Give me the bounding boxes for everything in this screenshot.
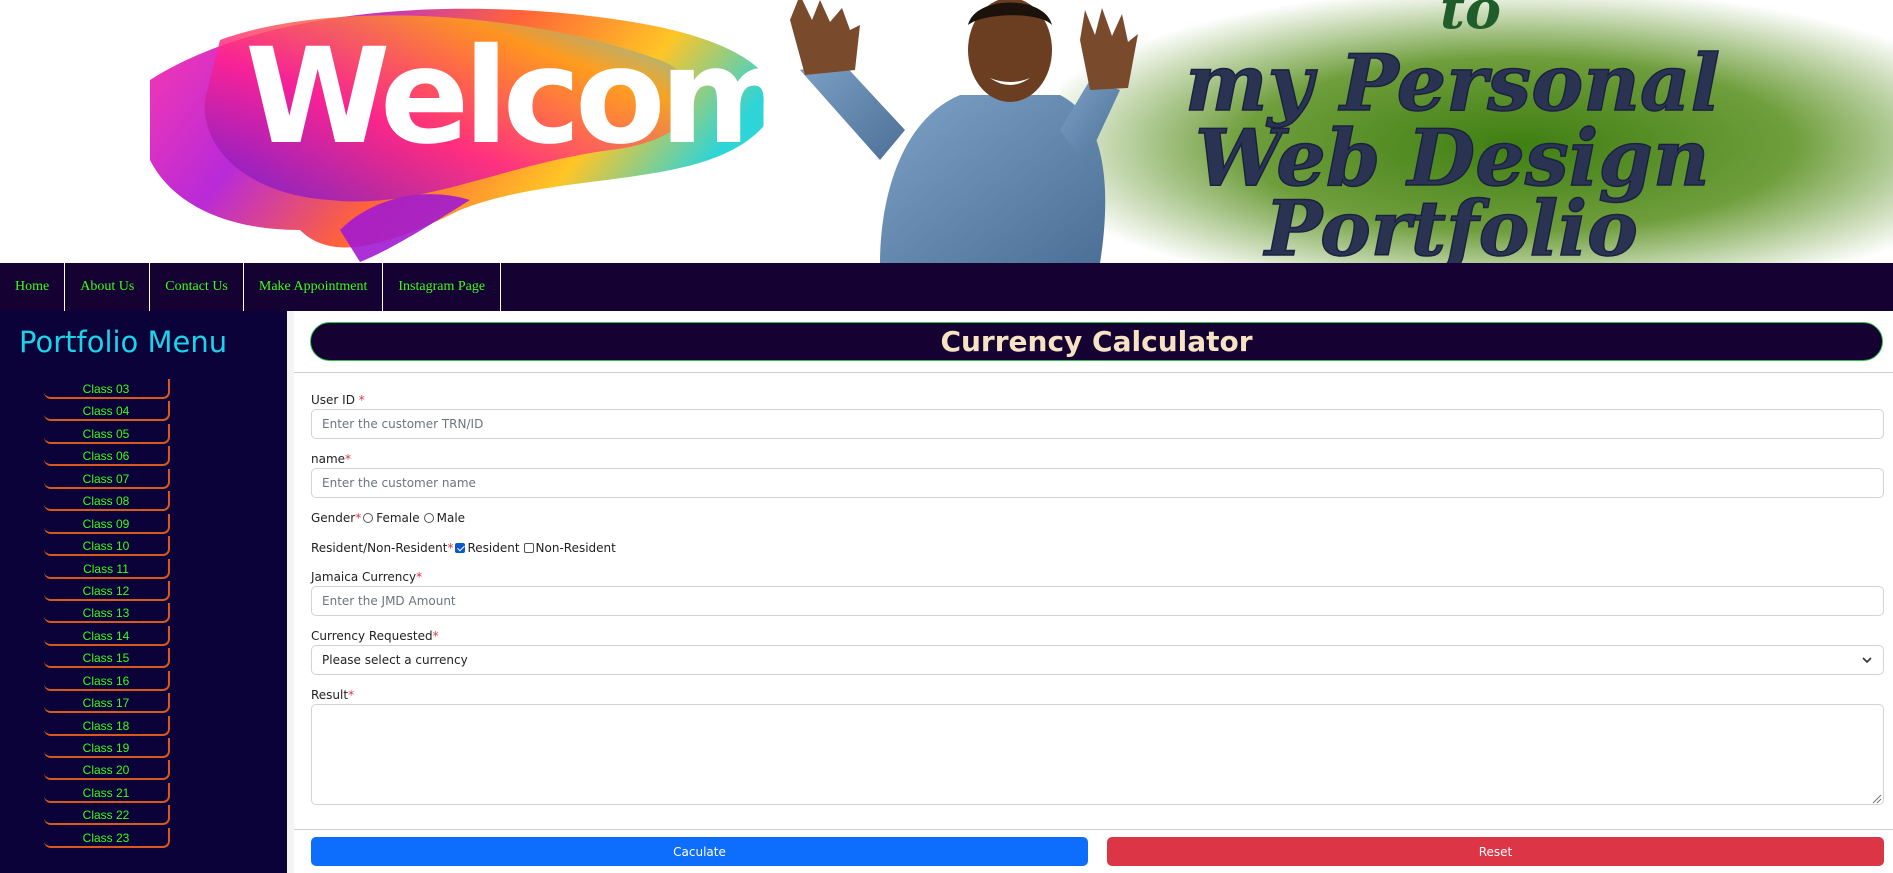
nav-about-us[interactable]: About Us [65, 263, 151, 311]
required-marker: * [345, 452, 352, 466]
jmd-label: Jamaica Currency* [311, 570, 422, 584]
sidebar-item-class-10[interactable]: Class 10 [44, 536, 170, 557]
page-title: Currency Calculator [940, 325, 1253, 358]
gender-female-label[interactable]: Female [376, 511, 419, 525]
nav-home[interactable]: Home [0, 263, 66, 311]
non-resident-checkbox-label[interactable]: Non-Resident [536, 541, 616, 555]
sidebar-item-class-09[interactable]: Class 09 [44, 513, 170, 534]
top-nav: Home About Us Contact Us Make Appointmen… [0, 263, 1893, 311]
currency-calculator-form: Currency Calculator User ID * name* Gend… [294, 311, 1893, 873]
calculate-button[interactable]: Caculate [311, 837, 1088, 866]
sidebar-item-class-14[interactable]: Class 14 [44, 625, 170, 646]
result-textarea[interactable] [311, 704, 1884, 805]
divider [294, 372, 1893, 373]
nav-make-appointment[interactable]: Make Appointment [244, 263, 384, 311]
name-label: name* [311, 452, 351, 466]
sidebar-item-class-13[interactable]: Class 13 [44, 603, 170, 624]
currency-requested-label: Currency Requested* [311, 629, 439, 643]
currency-select[interactable]: Please select a currency [311, 645, 1884, 675]
sidebar-item-class-18[interactable]: Class 18 [44, 715, 170, 736]
name-input[interactable] [311, 468, 1884, 498]
sidebar-item-class-21[interactable]: Class 21 [44, 782, 170, 803]
result-label-text: Result [311, 688, 349, 702]
required-marker: * [358, 393, 365, 407]
sidebar-item-class-15[interactable]: Class 15 [44, 648, 170, 669]
sidebar-item-class-08[interactable]: Class 08 [44, 491, 170, 512]
sidebar-item-class-03[interactable]: Class 03 [44, 379, 170, 399]
gender-group: Gender * Female Male [311, 511, 465, 525]
sidebar-item-class-06[interactable]: Class 06 [44, 446, 170, 467]
divider [294, 829, 1893, 830]
result-label: Result* [311, 688, 354, 702]
svg-text:to: to [1440, 0, 1501, 41]
required-marker: * [432, 629, 439, 643]
sidebar-item-class-04[interactable]: Class 04 [44, 401, 170, 422]
currency-select-value: Please select a currency [322, 653, 468, 667]
resident-checkbox[interactable] [455, 543, 466, 553]
sidebar-item-class-20[interactable]: Class 20 [44, 760, 170, 781]
sidebar-item-class-16[interactable]: Class 16 [44, 670, 170, 691]
user-id-label-text: User ID [311, 393, 359, 407]
user-id-input[interactable] [311, 409, 1884, 439]
portfolio-sidebar: Portfolio Menu Class 03 Class 04 Class 0… [0, 311, 287, 873]
sidebar-item-class-17[interactable]: Class 17 [44, 693, 170, 714]
gender-label: Gender [311, 511, 356, 525]
non-resident-checkbox[interactable] [523, 543, 534, 553]
banner-image: Welcome to my Personal Web Design Portfo… [150, 0, 1893, 263]
gender-male-label[interactable]: Male [437, 511, 465, 525]
svg-text:Portfolio: Portfolio [1263, 184, 1638, 263]
sidebar-title: Portfolio Menu [19, 325, 228, 359]
sidebar-item-class-12[interactable]: Class 12 [44, 580, 170, 601]
header-banner: Welcome to my Personal Web Design Portfo… [0, 0, 1893, 263]
jmd-label-text: Jamaica Currency [311, 570, 417, 584]
user-id-label: User ID * [311, 393, 365, 407]
reset-button[interactable]: Reset [1107, 837, 1884, 866]
gender-male-radio[interactable] [423, 513, 434, 523]
required-marker: * [348, 688, 355, 702]
required-marker: * [416, 570, 423, 584]
sidebar-item-class-11[interactable]: Class 11 [44, 558, 170, 579]
resize-grip-icon[interactable] [1870, 792, 1882, 804]
chevron-down-icon [1862, 657, 1872, 664]
currency-requested-label-text: Currency Requested [311, 629, 433, 643]
residency-group: Resident/Non-Resident * Resident Non-Resi… [311, 541, 616, 555]
sidebar-item-class-19[interactable]: Class 19 [44, 738, 170, 758]
sidebar-item-class-07[interactable]: Class 07 [44, 468, 170, 489]
sidebar-item-class-05[interactable]: Class 05 [44, 423, 170, 444]
sidebar-list: Class 03 Class 04 Class 05 Class 06 Clas… [44, 379, 170, 850]
residency-label: Resident/Non-Resident [311, 541, 448, 555]
nav-contact-us[interactable]: Contact Us [150, 263, 244, 311]
sidebar-item-class-22[interactable]: Class 22 [44, 805, 170, 826]
svg-text:Welcome: Welcome [245, 20, 875, 174]
resident-checkbox-label[interactable]: Resident [467, 541, 519, 555]
form-title-banner: Currency Calculator [310, 322, 1883, 361]
required-marker: * [355, 511, 362, 525]
jmd-amount-input[interactable] [311, 586, 1884, 616]
sidebar-item-class-23[interactable]: Class 23 [44, 827, 170, 848]
gender-female-radio[interactable] [363, 513, 374, 523]
name-label-text: name [311, 452, 346, 466]
nav-instagram-page[interactable]: Instagram Page [383, 263, 502, 311]
required-marker: * [447, 541, 454, 555]
